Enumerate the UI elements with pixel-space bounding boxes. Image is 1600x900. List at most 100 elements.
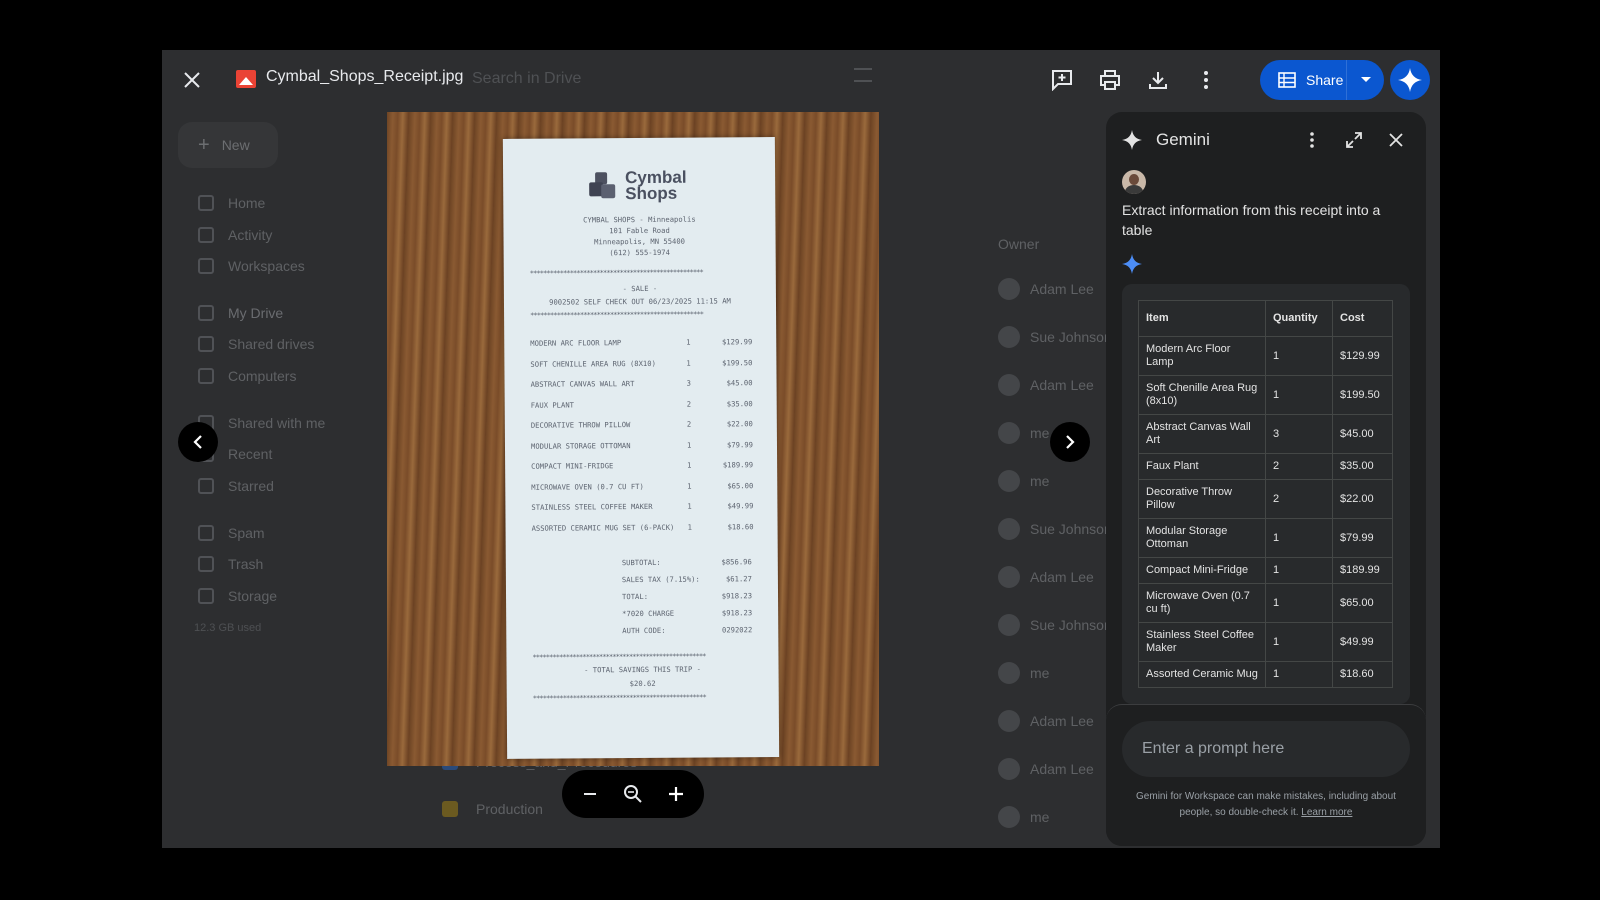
table-header-item: Item <box>1138 300 1266 337</box>
more-options-button[interactable] <box>1188 62 1224 98</box>
table-header-cost: Cost <box>1332 300 1393 337</box>
bg-nav-item: Spam <box>198 525 265 541</box>
close-icon <box>1389 133 1403 147</box>
table-row: Soft Chenille Area Rug (8x10) 1 $199.50 <box>1138 375 1393 415</box>
plus-icon <box>669 787 684 801</box>
shared-drive-icon <box>1278 72 1296 88</box>
gemini-expand-button[interactable] <box>1338 124 1370 156</box>
bg-owner-row: Sue Johnson <box>998 518 1112 540</box>
receipt-total-line: TOTAL: $918.23 <box>622 591 753 602</box>
bg-owner-row: me <box>998 470 1049 492</box>
bg-nav-icon <box>198 588 214 604</box>
share-dropdown[interactable] <box>1346 60 1384 100</box>
avatar <box>998 806 1020 828</box>
receipt-line-item: SOFT CHENILLE AREA RUG (8X10) 1 $199.50 <box>530 357 753 369</box>
receipt-table: Item Quantity Cost Modern Arc Floor Lamp… <box>1138 300 1393 688</box>
add-comment-button[interactable] <box>1044 62 1080 98</box>
table-cell: Modern Arc Floor Lamp <box>1138 336 1266 376</box>
avatar <box>998 278 1020 300</box>
zoom-reset-button[interactable] <box>616 777 650 811</box>
zoom-controls <box>562 770 704 818</box>
bg-nav-item: Shared with me <box>198 415 325 431</box>
bg-owner-header: Owner <box>998 236 1040 252</box>
minus-icon <box>583 793 596 795</box>
receipt-line-item: STAINLESS STEEL COFFEE MAKER 1 $49.99 <box>531 501 754 512</box>
gemini-response-card: Item Quantity Cost Modern Arc Floor Lamp… <box>1122 284 1410 704</box>
gemini-input-area: Enter a prompt here Gemini for Workspace… <box>1106 704 1426 846</box>
receipt-image: Cymbal Shops CYMBAL SHOPS - Minneapolis 1… <box>387 112 879 766</box>
avatar <box>998 470 1020 492</box>
receipt-sale-label: - SALE - <box>622 283 658 294</box>
receipt-savings-label: - TOTAL SAVINGS THIS TRIP - <box>584 664 701 675</box>
receipt-store-info: CYMBAL SHOPS - Minneapolis 101 Fable Roa… <box>583 214 696 258</box>
table-cell: 2 <box>1265 479 1333 519</box>
receipt-total-line: AUTH CODE: 0292022 <box>622 625 753 636</box>
learn-more-link[interactable]: Learn more <box>1301 807 1352 818</box>
table-row: Modern Arc Floor Lamp 1 $129.99 <box>1138 336 1393 376</box>
bg-nav-icon <box>198 525 214 541</box>
table-cell: Abstract Canvas Wall Art <box>1138 414 1266 454</box>
table-row: Faux Plant 2 $35.00 <box>1138 453 1393 480</box>
table-cell: Assorted Ceramic Mug <box>1138 661 1266 688</box>
file-title: Cymbal_Shops_Receipt.jpg <box>266 68 464 85</box>
bg-file-row: Production <box>442 801 543 817</box>
receipt-line-item: MODULAR STORAGE OTTOMAN 1 $79.99 <box>530 439 754 451</box>
arrow-drop-down-icon <box>1360 77 1371 82</box>
receipt-total-line: *7020 CHARGE $918.23 <box>622 608 753 619</box>
bg-nav-icon <box>198 195 214 211</box>
bg-owner-row: me <box>998 662 1049 684</box>
bg-storage-used: 12.3 GB used <box>194 622 262 634</box>
table-cell: 1 <box>1265 375 1333 415</box>
gemini-toggle-button[interactable] <box>1390 60 1430 100</box>
close-button[interactable] <box>174 62 210 98</box>
gemini-disclaimer: Gemini for Workspace can make mistakes, … <box>1136 791 1396 818</box>
gemini-panel-title: Gemini <box>1156 130 1210 149</box>
gemini-spark-icon <box>1122 130 1142 150</box>
image-file-icon <box>236 70 256 88</box>
viewer-frame: Search in Drive + New Home Activity Workspa… <box>162 50 1440 848</box>
download-icon <box>1149 72 1167 89</box>
user-avatar <box>1122 170 1146 194</box>
receipt-items: MODERN ARC FLOOR LAMP 1 $129.99 SOFT CHENIL… <box>530 337 753 544</box>
table-cell: 2 <box>1265 453 1333 480</box>
bg-owner-row: Adam Lee <box>998 278 1094 300</box>
bg-nav-item: Starred <box>198 478 274 494</box>
gemini-more-button[interactable] <box>1296 124 1328 156</box>
receipt-total-line: SUBTOTAL: $856.96 <box>621 557 752 568</box>
receipt-paper: Cymbal Shops CYMBAL SHOPS - Minneapolis 1… <box>502 137 780 759</box>
table-cell: 1 <box>1265 336 1333 376</box>
table-cell: $189.99 <box>1332 557 1393 584</box>
bg-filter-icon <box>854 68 872 82</box>
bg-owner-row: Sue Johnson <box>998 326 1112 348</box>
gemini-close-button[interactable] <box>1380 124 1412 156</box>
bg-nav-item: Trash <box>198 556 263 572</box>
share-button[interactable]: Share <box>1260 60 1384 100</box>
table-row: Compact Mini-Fridge 1 $189.99 <box>1138 557 1393 584</box>
receipt-total-line: SALES TAX (7.15%): $61.27 <box>621 574 752 585</box>
table-row: Decorative Throw Pillow 2 $22.00 <box>1138 479 1393 519</box>
table-cell: $129.99 <box>1332 336 1393 376</box>
prompt-input[interactable]: Enter a prompt here <box>1122 721 1410 777</box>
avatar <box>998 518 1020 540</box>
more-vert-icon <box>1310 132 1314 148</box>
download-button[interactable] <box>1140 62 1176 98</box>
bg-owner-row: Adam Lee <box>998 710 1094 732</box>
zoom-in-button[interactable] <box>659 777 693 811</box>
bg-nav-icon <box>198 556 214 572</box>
receipt-totals: SUBTOTAL: $856.96 SALES TAX (7.15%): $61.27… <box>622 557 753 643</box>
previous-file-button[interactable] <box>178 422 218 462</box>
next-file-button[interactable] <box>1050 422 1090 462</box>
bg-owner-row: me <box>998 422 1049 444</box>
gemini-response-spark-icon <box>1122 254 1142 274</box>
table-header-quantity: Quantity <box>1265 300 1333 337</box>
bg-new-button: + New <box>178 122 278 168</box>
zoom-out-button[interactable] <box>573 777 607 811</box>
bg-nav-icon <box>198 305 214 321</box>
table-row: Microwave Oven (0.7 cu ft) 1 $65.00 <box>1138 583 1393 623</box>
table-cell: Soft Chenille Area Rug (8x10) <box>1138 375 1266 415</box>
zoom-icon <box>623 785 642 803</box>
table-header-row: Item Quantity Cost <box>1138 300 1393 337</box>
print-button[interactable] <box>1092 62 1128 98</box>
bg-owner-row: Adam Lee <box>998 374 1094 396</box>
receipt-line-item: ASSORTED CERAMIC MUG SET (6-PACK) 1 $18.60 <box>531 521 754 533</box>
